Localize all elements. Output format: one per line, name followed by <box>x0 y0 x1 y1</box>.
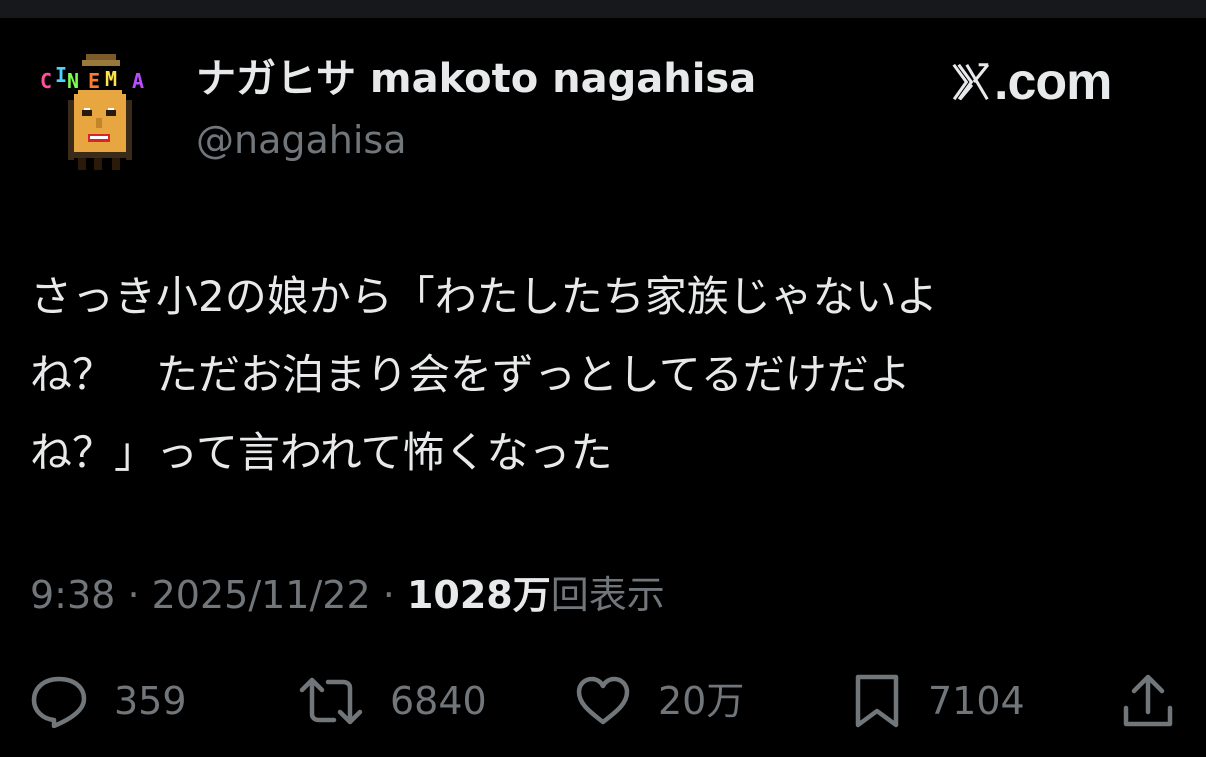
post-date[interactable]: 2025/11/22 <box>152 573 371 617</box>
post-time[interactable]: 9:38 <box>30 573 115 617</box>
share-icon <box>1123 674 1173 727</box>
brand-domain: .com <box>994 53 1112 111</box>
svg-text:N: N <box>67 69 79 93</box>
x-logo-icon <box>952 63 990 101</box>
share-button[interactable] <box>1120 666 1176 736</box>
bookmark-icon <box>855 674 899 728</box>
bookmark-button[interactable]: 7104 <box>852 666 1025 736</box>
repost-count: 6840 <box>390 679 487 723</box>
reply-count: 359 <box>114 679 187 723</box>
svg-text:I: I <box>55 63 67 87</box>
svg-text:E: E <box>88 69 100 93</box>
post-text-line: ね？ ただお泊まり会をずっとしてるだけだよ <box>30 350 911 399</box>
post-text-line: さっき小2の娘から「わたしたち家族じゃないよ <box>30 272 938 321</box>
top-bar <box>0 0 1206 18</box>
reply-icon <box>31 676 87 728</box>
repost-button[interactable]: 6840 <box>298 666 487 736</box>
svg-text:M: M <box>105 67 117 91</box>
action-bar: 359 6840 20万 7104 <box>0 666 1206 736</box>
svg-text:A: A <box>132 69 144 93</box>
like-button[interactable]: 20万 <box>574 666 744 736</box>
brand-logo: .com <box>948 52 1112 112</box>
avatar-pixel-art: C I N E M A <box>40 54 144 170</box>
svg-text:C: C <box>40 69 52 93</box>
meta-separator: · <box>382 573 395 617</box>
post-meta: 9:38 · 2025/11/22 · 1028万回表示 <box>30 570 665 620</box>
bookmark-count: 7104 <box>928 679 1025 723</box>
views-label: 回表示 <box>550 573 665 617</box>
post-text: さっき小2の娘から「わたしたち家族じゃないよ ね？ ただお泊まり会をずっとしてる… <box>30 258 1150 492</box>
repost-icon <box>299 677 363 725</box>
post-text-line: ね？」って言われて怖くなった <box>30 428 613 477</box>
views-count: 1028万 <box>406 573 551 617</box>
reply-button[interactable]: 359 <box>30 666 187 736</box>
display-name[interactable]: ナガヒサ makoto nagahisa <box>196 55 756 103</box>
like-count: 20万 <box>658 679 745 723</box>
heart-icon <box>576 676 630 725</box>
meta-separator: · <box>127 573 140 617</box>
avatar[interactable]: C I N E M A <box>38 52 160 174</box>
user-handle[interactable]: @nagahisa <box>196 116 407 164</box>
